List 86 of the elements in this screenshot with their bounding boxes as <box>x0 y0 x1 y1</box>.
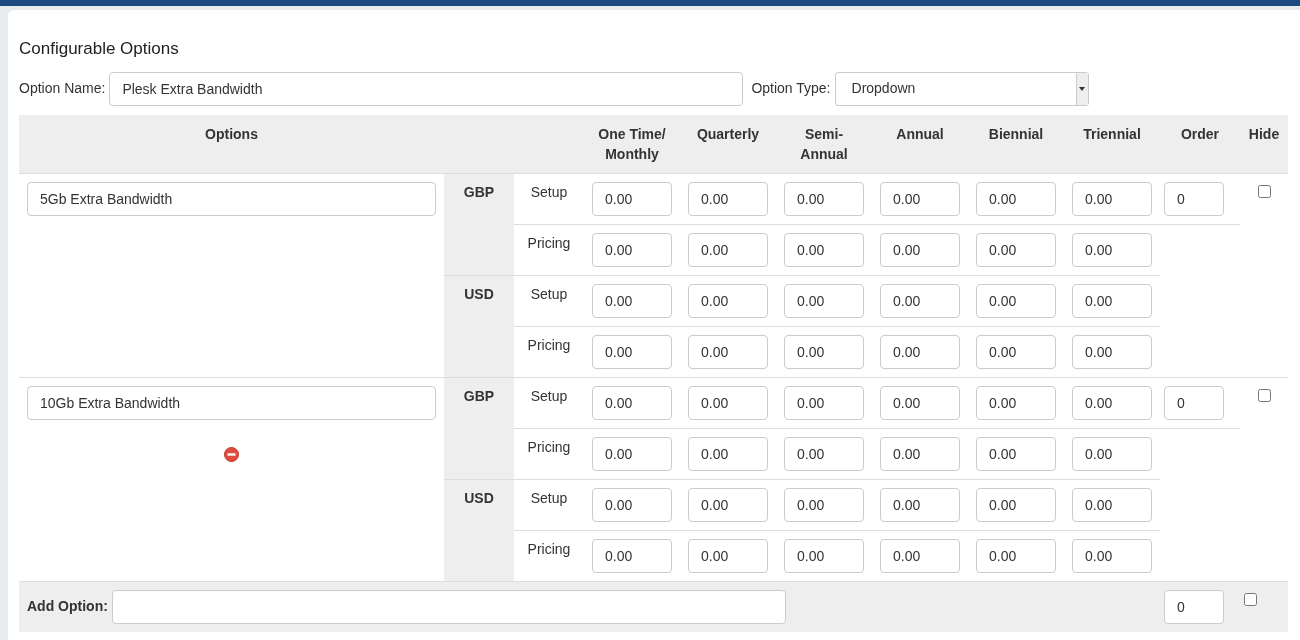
price-type-label: Pricing <box>527 540 571 557</box>
price-field[interactable]: 0.00 <box>1072 283 1152 318</box>
price-field[interactable]: 0.00 <box>592 538 672 573</box>
column-header: Order <box>1160 114 1240 173</box>
price-field[interactable]: 0.00 <box>976 334 1056 369</box>
hide-checkbox[interactable] <box>1257 388 1271 402</box>
price-field[interactable]: 0.00 <box>592 181 672 216</box>
price-type-label: Pricing <box>527 234 571 251</box>
price-field[interactable]: 0.00 <box>976 436 1056 471</box>
price-field[interactable]: 0.00 <box>880 538 960 573</box>
price-field[interactable]: 0.00 <box>1072 538 1152 573</box>
price-field[interactable]: 0.00 <box>688 487 768 522</box>
caret-icon <box>1079 86 1085 91</box>
order-field[interactable]: 0 <box>1164 385 1224 420</box>
price-field[interactable]: 0.00 <box>880 283 960 318</box>
price-field[interactable]: 0.00 <box>688 232 768 267</box>
section-title: Configurable Options <box>19 38 180 60</box>
order-field[interactable]: 0 <box>1164 589 1224 624</box>
price-field[interactable]: 0.00 <box>688 181 768 216</box>
column-header: Options <box>19 114 444 173</box>
price-field[interactable]: 0.00 <box>1072 385 1152 420</box>
price-field[interactable]: 0.00 <box>1072 334 1152 369</box>
column-header: Biennial <box>968 114 1064 173</box>
price-field[interactable]: 0.00 <box>688 385 768 420</box>
price-field[interactable]: 0.00 <box>592 487 672 522</box>
price-type-label: Pricing <box>527 438 571 455</box>
add-option-field[interactable] <box>111 589 786 624</box>
price-field[interactable]: 0.00 <box>784 538 864 573</box>
price-field[interactable]: 0.00 <box>592 385 672 420</box>
currency-label: GBP <box>463 387 495 404</box>
option-type-label: Option Type: <box>751 79 831 98</box>
price-field[interactable]: 0.00 <box>976 385 1056 420</box>
price-field[interactable]: 0.00 <box>784 385 864 420</box>
hide-checkbox[interactable] <box>1257 184 1271 198</box>
column-header: Semi- Annual <box>776 114 872 173</box>
price-type-label: Pricing <box>527 336 571 353</box>
price-field[interactable]: 0.00 <box>784 334 864 369</box>
price-type-label: Setup <box>530 183 568 200</box>
price-type-label: Setup <box>530 285 568 302</box>
price-type-label: Setup <box>530 387 568 404</box>
price-field[interactable]: 0.00 <box>880 181 960 216</box>
price-type-label: Setup <box>530 489 568 506</box>
price-field[interactable]: 0.00 <box>592 283 672 318</box>
price-field[interactable]: 0.00 <box>688 538 768 573</box>
hide-checkbox[interactable] <box>1244 592 1257 606</box>
price-field[interactable]: 0.00 <box>976 232 1056 267</box>
price-field[interactable]: 0.00 <box>592 436 672 471</box>
column-header: One Time/ Monthly <box>584 114 680 173</box>
price-field[interactable]: 0.00 <box>784 283 864 318</box>
price-field[interactable]: 0.00 <box>1072 232 1152 267</box>
price-field[interactable]: 0.00 <box>880 385 960 420</box>
price-field[interactable]: 0.00 <box>976 181 1056 216</box>
price-field[interactable]: 0.00 <box>688 334 768 369</box>
price-field[interactable]: 0.00 <box>784 436 864 471</box>
order-field[interactable]: 0 <box>1164 181 1224 216</box>
price-field[interactable]: 0.00 <box>1072 436 1152 471</box>
currency-label: USD <box>464 285 494 302</box>
price-field[interactable]: 0.00 <box>976 283 1056 318</box>
column-header: Annual <box>872 114 968 173</box>
price-field[interactable]: 0.00 <box>880 232 960 267</box>
currency-label: GBP <box>463 183 495 200</box>
option-name-field[interactable]: 10Gb Extra Bandwidth <box>27 385 436 420</box>
add-option-label: Add Option: <box>27 597 108 616</box>
price-field[interactable]: 0.00 <box>688 436 768 471</box>
price-field[interactable]: 0.00 <box>880 436 960 471</box>
price-field[interactable]: 0.00 <box>880 334 960 369</box>
option-name-label: Option Name: <box>19 79 106 98</box>
currency-label: USD <box>464 489 494 506</box>
option-type-dropdown[interactable]: Dropdown <box>834 71 1089 106</box>
price-field[interactable]: 0.00 <box>688 283 768 318</box>
option-name-field[interactable]: 5Gb Extra Bandwidth <box>27 181 436 216</box>
price-field[interactable]: 0.00 <box>1072 487 1152 522</box>
price-field[interactable]: 0.00 <box>1072 181 1152 216</box>
price-field[interactable]: 0.00 <box>592 334 672 369</box>
price-field[interactable]: 0.00 <box>784 232 864 267</box>
price-field[interactable]: 0.00 <box>880 487 960 522</box>
option-name-field[interactable]: Plesk Extra Bandwidth <box>109 71 744 106</box>
column-header: Hide <box>1240 114 1288 173</box>
column-header: Quarterly <box>680 114 776 173</box>
price-field[interactable]: 0.00 <box>784 181 864 216</box>
price-field[interactable]: 0.00 <box>784 487 864 522</box>
price-field[interactable]: 0.00 <box>976 538 1056 573</box>
price-field[interactable]: 0.00 <box>592 232 672 267</box>
remove-icon[interactable] <box>224 447 239 463</box>
column-header: Triennial <box>1064 114 1160 173</box>
price-field[interactable]: 0.00 <box>976 487 1056 522</box>
